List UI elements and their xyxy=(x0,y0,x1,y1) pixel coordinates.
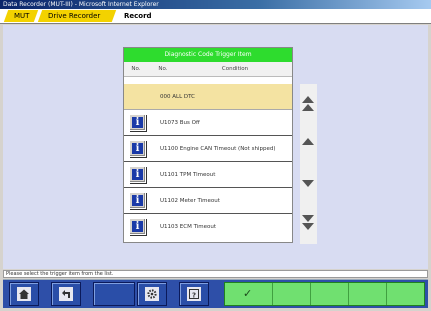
trigger-code: U1073 Bus Off xyxy=(160,120,200,126)
window-title-bar: Data Recorder (MUT-III) - Microsoft Inte… xyxy=(0,0,431,9)
tab-record[interactable]: Record xyxy=(116,10,156,22)
tab-drive-recorder[interactable]: Drive Recorder xyxy=(37,10,117,22)
list-item[interactable]: 000 ALL DTC xyxy=(124,84,292,110)
info-icon: i xyxy=(132,195,143,206)
settings-button[interactable] xyxy=(137,282,167,306)
back-button[interactable] xyxy=(51,282,81,306)
scroll-top-icon[interactable] xyxy=(302,96,314,103)
ok-bar-segment xyxy=(349,283,387,305)
home-button[interactable] xyxy=(9,282,39,306)
list-scrollbar[interactable] xyxy=(300,84,317,244)
column-header: Condition xyxy=(178,62,292,77)
scroll-bottom-icon[interactable] xyxy=(302,215,314,222)
list-item[interactable]: i U1073 Bus Off xyxy=(124,110,292,136)
home-icon xyxy=(17,287,31,301)
info-icon: i xyxy=(132,221,143,232)
trigger-item-panel: Diagnostic Code Trigger Item No. No. Con… xyxy=(123,47,293,243)
info-button[interactable]: i xyxy=(129,192,146,209)
scroll-up-icon[interactable] xyxy=(302,138,314,145)
back-arrow-icon xyxy=(59,287,73,301)
scroll-top-icon xyxy=(302,104,314,111)
trigger-code: U1102 Meter Timeout xyxy=(160,198,220,204)
breadcrumb-tabs: MUT Drive Recorder Record xyxy=(0,9,431,24)
status-text: Please select the trigger item from the … xyxy=(6,271,114,277)
info-button[interactable]: i xyxy=(129,114,146,131)
tab-mut[interactable]: MUT xyxy=(3,10,39,22)
status-bar: Please select the trigger item from the … xyxy=(3,270,428,278)
scroll-down-icon[interactable] xyxy=(302,180,314,187)
trigger-code: 000 ALL DTC xyxy=(160,94,195,100)
scroll-bottom-icon xyxy=(302,223,314,230)
bottom-toolbar: ? ✓ xyxy=(3,279,428,308)
panel-title: Diagnostic Code Trigger Item xyxy=(124,48,292,62)
toolbar-empty-button[interactable] xyxy=(93,282,135,306)
list-item[interactable]: i U1103 ECM Timeout xyxy=(124,214,292,240)
info-button[interactable]: i xyxy=(129,166,146,183)
window-title: Data Recorder (MUT-III) - Microsoft Inte… xyxy=(3,1,159,8)
svg-text:?: ? xyxy=(192,291,196,299)
info-icon: i xyxy=(132,143,143,154)
trigger-code: U1100 Engine CAN Timeout (Not shipped) xyxy=(160,146,276,152)
list-item[interactable]: i U1100 Engine CAN Timeout (Not shipped) xyxy=(124,136,292,162)
column-header: No. xyxy=(124,62,148,77)
ok-bar-segment xyxy=(273,283,311,305)
checkmark-icon: ✓ xyxy=(243,287,253,300)
trigger-code: U1101 TPM Timeout xyxy=(160,172,216,178)
help-icon: ? xyxy=(187,287,201,301)
column-header: No. xyxy=(148,62,178,77)
ok-button[interactable]: ✓ xyxy=(225,283,273,305)
trigger-code: U1103 ECM Timeout xyxy=(160,224,217,230)
info-button[interactable]: i xyxy=(129,140,146,157)
info-button[interactable]: i xyxy=(129,218,146,235)
info-icon: i xyxy=(132,169,143,180)
ok-bar-segment xyxy=(311,283,349,305)
gear-icon xyxy=(145,287,159,301)
ok-bar-segment xyxy=(387,283,424,305)
list-item[interactable]: i U1102 Meter Timeout xyxy=(124,188,292,214)
help-button[interactable]: ? xyxy=(179,282,209,306)
ok-button-bar[interactable]: ✓ xyxy=(224,282,425,306)
list-item[interactable]: i U1101 TPM Timeout xyxy=(124,162,292,188)
info-icon: i xyxy=(132,117,143,128)
